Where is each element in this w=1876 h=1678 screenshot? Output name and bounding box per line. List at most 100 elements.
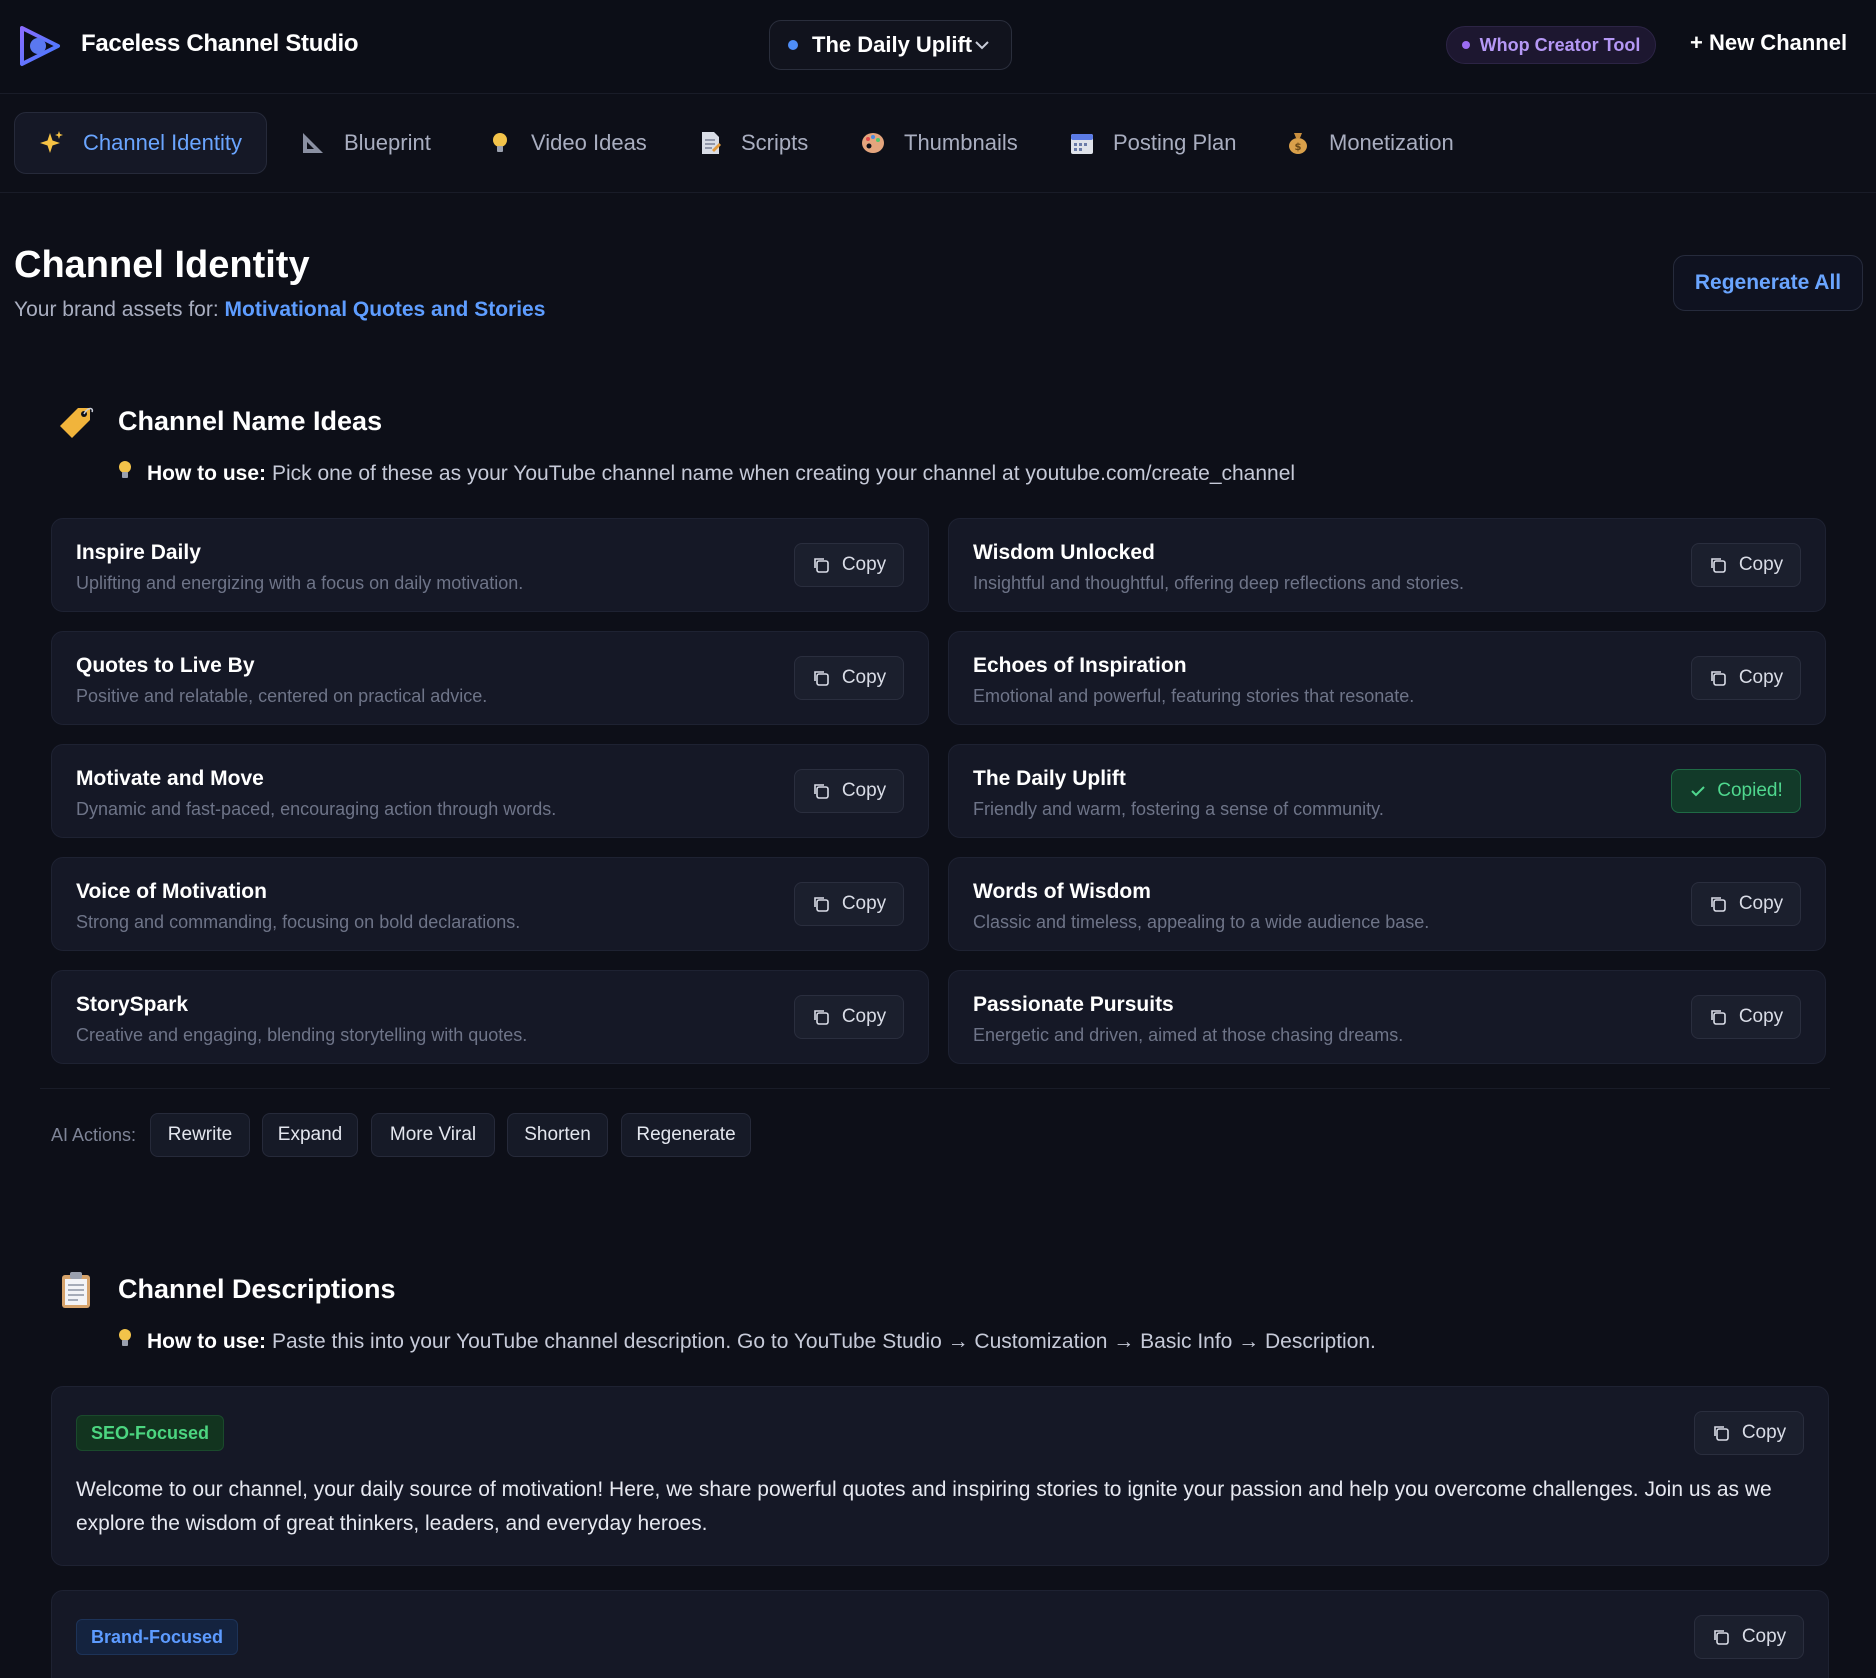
tab-posting-plan[interactable]: Posting Plan [1069, 112, 1237, 174]
rewrite-button[interactable]: Rewrite [150, 1113, 250, 1157]
page-subtitle: Your brand assets for: Motivational Quot… [14, 298, 545, 322]
name-idea-description: Emotional and powerful, featuring storie… [973, 686, 1415, 706]
copy-button[interactable]: Copy [794, 769, 904, 813]
name-idea-title: Inspire Daily [76, 541, 201, 564]
expand-button[interactable]: Expand [262, 1113, 358, 1157]
copy-icon [1711, 897, 1726, 912]
tab-label: Video Ideas [531, 130, 647, 155]
ai-actions-label: AI Actions: [51, 1125, 137, 1145]
clipboard-icon [56, 1270, 96, 1310]
brand-focused-badge: Brand-Focused [76, 1619, 239, 1655]
name-idea-title: Echoes of Inspiration [973, 654, 1187, 677]
name-idea-description: Classic and timeless, appealing to a wid… [973, 912, 1430, 932]
name-idea-description: Dynamic and fast-paced, encouraging acti… [76, 799, 557, 819]
copy-label: Copy [1741, 1422, 1787, 1443]
copy-button[interactable]: Copy [1691, 995, 1801, 1039]
name-idea-card: Words of Wisdom Classic and timeless, ap… [948, 857, 1826, 951]
tab-channel-identity[interactable]: Channel Identity [14, 112, 267, 174]
copy-button[interactable]: Copy [794, 882, 904, 926]
copy-button[interactable]: Copy [794, 543, 904, 587]
copy-button[interactable]: Copy [1691, 543, 1801, 587]
copied-label: Copied! [1717, 780, 1783, 801]
copy-button[interactable]: Copy [794, 995, 904, 1039]
channel-selector[interactable]: The Daily Uplift [769, 20, 1012, 70]
tab-video-ideas[interactable]: Video Ideas [487, 112, 647, 174]
howto-text: Pick one of these as your YouTube channe… [272, 462, 1296, 485]
channel-descriptions-title: Channel Descriptions [118, 1274, 396, 1304]
name-idea-title: The Daily Uplift [973, 767, 1126, 790]
name-idea-title: Quotes to Live By [76, 654, 255, 677]
copy-icon [1714, 1426, 1729, 1441]
copy-icon [814, 897, 829, 912]
divider [40, 1088, 1830, 1089]
name-idea-card: Passionate Pursuits Energetic and driven… [948, 970, 1826, 1064]
copy-button[interactable]: Copy [1691, 656, 1801, 700]
tab-label: Scripts [741, 130, 809, 155]
copy-icon [814, 671, 829, 686]
description-card: Brand-Focused Copy [51, 1590, 1829, 1678]
channel-name-ideas-title: Channel Name Ideas [118, 406, 383, 436]
page-icon [697, 130, 723, 156]
name-idea-title: Motivate and Move [76, 767, 264, 790]
tab-scripts[interactable]: Scripts [697, 112, 808, 174]
name-idea-card: Quotes to Live By Positive and relatable… [51, 631, 929, 725]
channel-status-dot [788, 40, 798, 50]
seo-focused-badge: SEO-Focused [76, 1415, 225, 1451]
top-bar: Faceless Channel Studio The Daily Uplift… [0, 0, 1876, 94]
name-idea-title: Voice of Motivation [76, 880, 267, 903]
copy-icon [1714, 1630, 1729, 1645]
svg-text:$: $ [1295, 142, 1302, 153]
regenerate-button[interactable]: Regenerate [621, 1113, 751, 1157]
channel-descriptions-howto: How to use: Paste this into your YouTube… [117, 1328, 1376, 1356]
chevron-down-icon [973, 35, 991, 61]
howto-text: Paste this into your YouTube channel des… [272, 1330, 1376, 1353]
tag-icon [56, 402, 96, 442]
name-idea-card: Inspire Daily Uplifting and energizing w… [51, 518, 929, 612]
lightbulb-icon [117, 1328, 133, 1356]
copy-icon [814, 784, 829, 799]
lightbulb-icon [487, 130, 513, 156]
more-viral-button[interactable]: More Viral [371, 1113, 495, 1157]
copy-button[interactable]: Copy [1694, 1615, 1804, 1659]
name-idea-card: StorySpark Creative and engaging, blendi… [51, 970, 929, 1064]
copy-icon [1711, 558, 1726, 573]
copy-button[interactable]: Copy [1691, 882, 1801, 926]
tab-label: Thumbnails [904, 130, 1018, 155]
tab-blueprint[interactable]: Blueprint [300, 112, 431, 174]
name-idea-description: Energetic and driven, aimed at those cha… [973, 1025, 1404, 1045]
channel-name-howto: How to use: Pick one of these as your Yo… [117, 460, 1295, 488]
new-channel-button[interactable]: + New Channel [1690, 30, 1847, 56]
description-card: SEO-Focused Copy Welcome to our channel,… [51, 1386, 1829, 1566]
copy-label: Copy [841, 893, 887, 914]
lightbulb-icon [117, 460, 133, 488]
regenerate-all-button[interactable]: Regenerate All [1673, 255, 1863, 311]
tab-label: Monetization [1329, 130, 1454, 155]
howto-label: How to use: [147, 1330, 266, 1353]
page-title: Channel Identity [14, 244, 310, 286]
copy-label: Copy [841, 780, 887, 801]
name-idea-title: StorySpark [76, 993, 189, 1016]
copy-button[interactable]: Copy [794, 656, 904, 700]
tab-thumbnails[interactable]: Thumbnails [860, 112, 1018, 174]
sparkles-icon [39, 130, 65, 156]
description-text: Welcome to our channel, your daily sourc… [76, 1478, 1772, 1535]
copy-icon [1711, 671, 1726, 686]
subtitle-topic: Motivational Quotes and Stories [224, 298, 546, 321]
checkmark-icon [1691, 786, 1705, 797]
money-bag-icon: $ [1285, 130, 1311, 156]
tab-monetization[interactable]: $ Monetization [1285, 112, 1454, 174]
tab-bar: Channel Identity Blueprint Video Ideas S… [0, 95, 1876, 193]
badge-dot [1461, 41, 1470, 49]
tab-label: Channel Identity [83, 130, 242, 155]
palette-icon [860, 130, 886, 156]
copy-icon [814, 558, 829, 573]
subtitle-prefix: Your brand assets for: [14, 298, 219, 321]
tab-label: Blueprint [344, 130, 431, 155]
shorten-button[interactable]: Shorten [507, 1113, 608, 1157]
copied-button[interactable]: Copied! [1671, 769, 1801, 813]
channel-selector-label: The Daily Uplift [812, 32, 973, 57]
copy-label: Copy [1738, 893, 1784, 914]
copy-icon [814, 1010, 829, 1025]
copy-button[interactable]: Copy [1694, 1411, 1804, 1455]
howto-label: How to use: [147, 462, 266, 485]
